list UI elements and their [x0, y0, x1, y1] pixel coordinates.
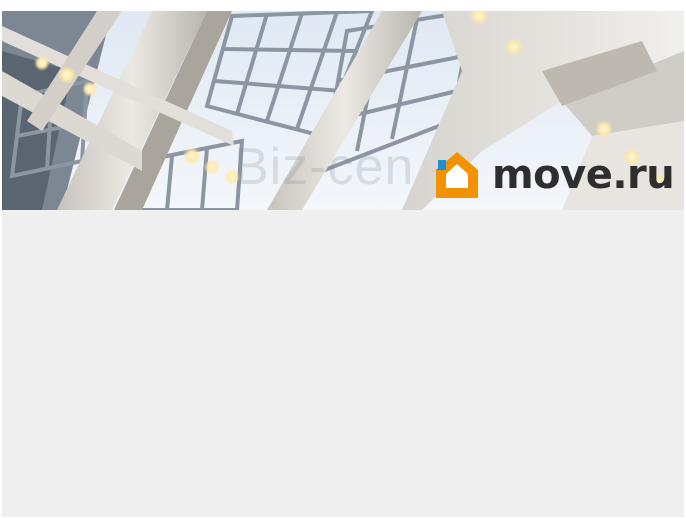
- house-icon: [436, 152, 478, 198]
- brand-name: move.ru: [492, 152, 675, 198]
- watermark-text: Biz-cen: [234, 138, 415, 196]
- empty-content-area: [2, 210, 684, 517]
- ad-frame: Biz-cen move.ru: [2, 11, 684, 517]
- banner-image[interactable]: Biz-cen move.ru: [2, 11, 684, 210]
- brand-logo[interactable]: move.ru: [434, 150, 675, 200]
